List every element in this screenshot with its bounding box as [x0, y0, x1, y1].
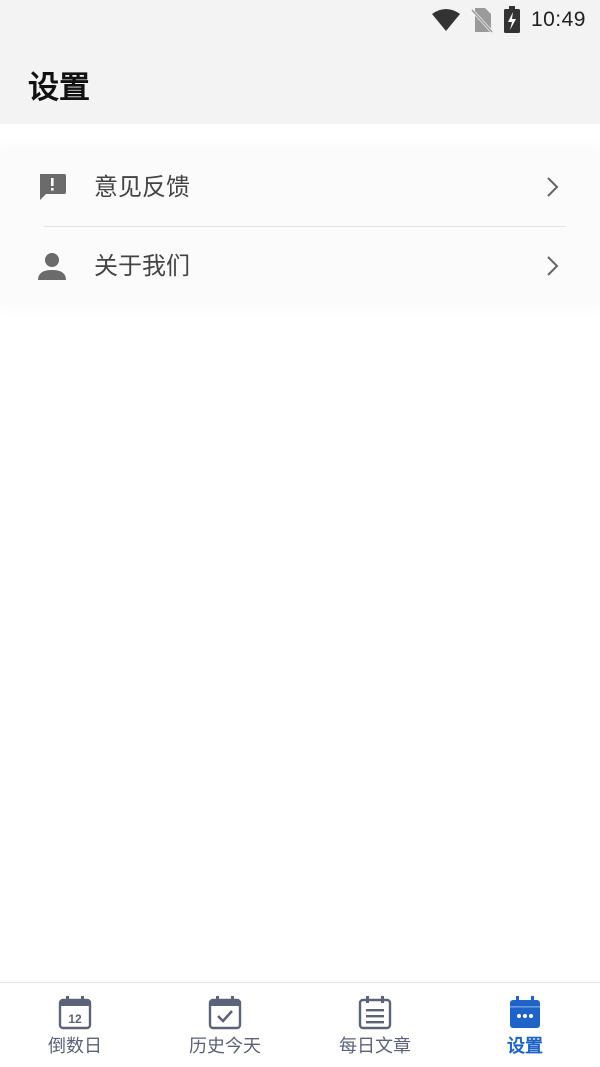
- app-header: 设置: [0, 40, 600, 124]
- battery-charging-icon: [503, 6, 520, 33]
- nav-label: 倒数日: [48, 1036, 102, 1057]
- person-icon: [38, 253, 66, 280]
- wifi-icon: [431, 9, 460, 31]
- settings-item-about-us[interactable]: 关于我们: [0, 227, 600, 305]
- nav-item-history-today[interactable]: 历史今天: [150, 983, 300, 1067]
- nav-label: 每日文章: [339, 1036, 411, 1057]
- calendar-dots-icon: [510, 996, 540, 1028]
- settings-item-feedback[interactable]: 意见反馈: [0, 148, 600, 227]
- status-icons: 10:49: [431, 6, 586, 34]
- feedback-icon: [40, 174, 66, 200]
- calendar-check-icon: [208, 996, 242, 1030]
- calendar-12-icon: 12: [58, 996, 92, 1030]
- chevron-right-icon: [547, 177, 559, 197]
- status-time: 10:49: [530, 8, 586, 31]
- nav-item-daily-article[interactable]: 每日文章: [300, 983, 450, 1067]
- settings-item-label: 意见反馈: [94, 173, 190, 201]
- nav-label: 历史今天: [189, 1036, 261, 1057]
- settings-screen: 10:49 设置 意见反馈 关于我们 12 倒数日 历史今天 每日文章 设置: [0, 0, 600, 1067]
- settings-list: 意见反馈 关于我们: [0, 148, 600, 306]
- calendar-day-number: 12: [68, 1012, 82, 1026]
- chevron-right-icon: [547, 256, 559, 276]
- settings-item-label: 关于我们: [94, 252, 190, 280]
- no-sim-icon: [470, 8, 493, 33]
- status-bar: 10:49: [0, 0, 600, 40]
- page-title: 设置: [28, 70, 90, 106]
- nav-item-settings[interactable]: 设置: [450, 983, 600, 1067]
- nav-item-countdown[interactable]: 12 倒数日: [0, 983, 150, 1067]
- nav-label: 设置: [507, 1036, 543, 1057]
- bottom-nav: 12 倒数日 历史今天 每日文章 设置: [0, 982, 600, 1067]
- article-list-icon: [358, 996, 392, 1030]
